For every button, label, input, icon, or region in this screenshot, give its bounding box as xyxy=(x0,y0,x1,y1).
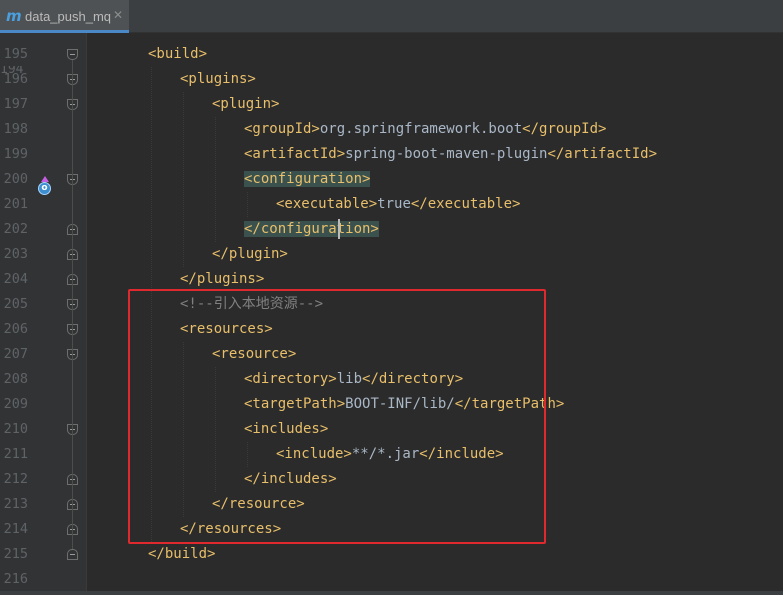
xml-text: org.springframework.boot xyxy=(319,121,523,137)
line-number: 205 xyxy=(3,296,28,312)
file-tab[interactable]: m data_push_mq ✕ xyxy=(0,0,129,33)
maven-module-icon: m xyxy=(6,7,22,25)
text-caret xyxy=(338,219,340,239)
xml-tag: </plugins> xyxy=(180,271,265,287)
line-number: 210 xyxy=(3,421,28,437)
xml-tag: <executable> xyxy=(276,196,378,212)
line-number: 208 xyxy=(3,371,28,387)
code-line: <configuration> xyxy=(244,167,371,192)
xml-tag: <build> xyxy=(148,46,208,62)
xml-tag: <groupId> xyxy=(244,121,320,137)
editor-tab-bar: m data_push_mq ✕ xyxy=(0,0,783,33)
line-number: 207 xyxy=(3,346,28,362)
line-number: 203 xyxy=(3,246,28,262)
fold-expand-icon[interactable] xyxy=(67,49,78,60)
line-number: 204 xyxy=(3,271,28,287)
code-line: <artifactId>spring-boot-maven-plugin</ar… xyxy=(244,142,657,167)
line-number: 196 xyxy=(3,71,28,87)
code-line: <executable>true</executable> xyxy=(276,192,520,217)
line-number: 206 xyxy=(3,321,28,337)
xml-tag: <plugin> xyxy=(212,96,280,112)
line-number: 215 xyxy=(3,546,28,562)
xml-tag: </groupId> xyxy=(522,121,607,137)
indent-guide xyxy=(247,192,248,217)
line-number: 202 xyxy=(3,221,28,237)
editor-gutter: 194 195 196 197 198 199 200 201 202 203 204 205 206… xyxy=(0,33,86,595)
indent-guide xyxy=(183,92,184,267)
xml-tag: <artifactId> xyxy=(244,146,346,162)
line-number: 197 xyxy=(3,96,28,112)
line-number: 216 xyxy=(3,571,28,587)
override-method-icon[interactable]: o xyxy=(38,176,52,196)
code-line: <plugin> xyxy=(212,92,279,117)
code-line: </plugin> xyxy=(212,242,288,267)
horizontal-scrollbar[interactable] xyxy=(0,591,783,595)
xml-tag: </artifactId> xyxy=(547,146,658,162)
line-number: 209 xyxy=(3,396,28,412)
xml-text: spring-boot-maven-plugin xyxy=(345,146,548,162)
line-number: 195 xyxy=(3,46,28,62)
fold-connector xyxy=(72,60,73,549)
xml-tag: </plugin> xyxy=(212,246,288,262)
xml-tag: </configuration> xyxy=(244,221,379,237)
xml-tag: <configuration> xyxy=(244,171,371,187)
code-line: <groupId>org.springframework.boot</group… xyxy=(244,117,606,142)
line-number: 198 xyxy=(3,121,28,137)
code-line: </build> xyxy=(148,542,215,567)
line-number: 212 xyxy=(3,471,28,487)
file-tab-label: data_push_mq xyxy=(25,9,112,24)
indent-guide xyxy=(215,117,216,242)
line-number: 213 xyxy=(3,496,28,512)
close-tab-icon[interactable]: ✕ xyxy=(113,8,123,22)
xml-tag: </build> xyxy=(148,546,216,562)
code-line: <plugins> xyxy=(180,67,256,92)
line-number: 199 xyxy=(3,146,28,162)
code-line: </configuration> xyxy=(244,217,379,242)
line-number: 201 xyxy=(3,196,28,212)
line-number: 200 xyxy=(3,171,28,187)
code-line: <build> xyxy=(148,42,207,67)
annotation-highlight-box xyxy=(128,289,546,544)
xml-tag: </executable> xyxy=(410,196,521,212)
xml-tag: <plugins> xyxy=(180,71,256,87)
line-number: 211 xyxy=(3,446,28,462)
fold-collapse-icon[interactable] xyxy=(67,549,78,560)
line-number: 214 xyxy=(3,521,28,537)
xml-text: true xyxy=(377,196,411,212)
